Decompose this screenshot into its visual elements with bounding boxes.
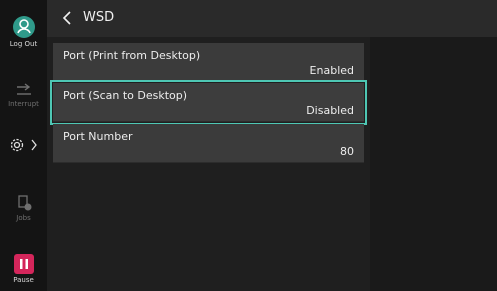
setting-row-scan-to-desktop[interactable]: Port (Scan to Desktop) Disabled <box>50 80 367 125</box>
pause-icon <box>13 254 34 274</box>
chevron-right-icon <box>30 137 38 157</box>
setting-value: 80 <box>340 145 354 158</box>
settings-rail-button[interactable] <box>0 136 47 157</box>
header-bar: WSD <box>47 0 497 37</box>
interrupt-button[interactable]: Interrupt <box>0 82 47 108</box>
setting-row-port-number[interactable]: Port Number 80 <box>53 124 364 163</box>
setting-value: Enabled <box>309 64 354 77</box>
interrupt-label: Interrupt <box>8 100 39 108</box>
user-icon <box>12 16 35 38</box>
logout-label: Log Out <box>9 40 38 48</box>
page-title: WSD <box>83 10 115 25</box>
setting-label: Port (Scan to Desktop) <box>63 89 188 102</box>
pause-button[interactable]: Pause <box>0 254 47 284</box>
setting-label: Port (Print from Desktop) <box>63 49 201 62</box>
jobs-icon <box>0 194 47 212</box>
jobs-button[interactable]: Jobs <box>0 194 47 222</box>
side-rail: Log Out Interrupt Jobs Pause <box>0 0 47 291</box>
right-pane <box>370 37 497 291</box>
setting-value: Disabled <box>306 104 354 117</box>
back-arrow-icon[interactable] <box>59 9 77 27</box>
interrupt-icon <box>0 82 47 98</box>
pause-label: Pause <box>13 276 34 284</box>
setting-row-print-from-desktop[interactable]: Port (Print from Desktop) Enabled <box>53 43 364 82</box>
gear-icon <box>9 137 25 157</box>
logout-button[interactable]: Log Out <box>0 16 47 48</box>
jobs-label: Jobs <box>16 214 31 222</box>
setting-label: Port Number <box>63 130 133 143</box>
